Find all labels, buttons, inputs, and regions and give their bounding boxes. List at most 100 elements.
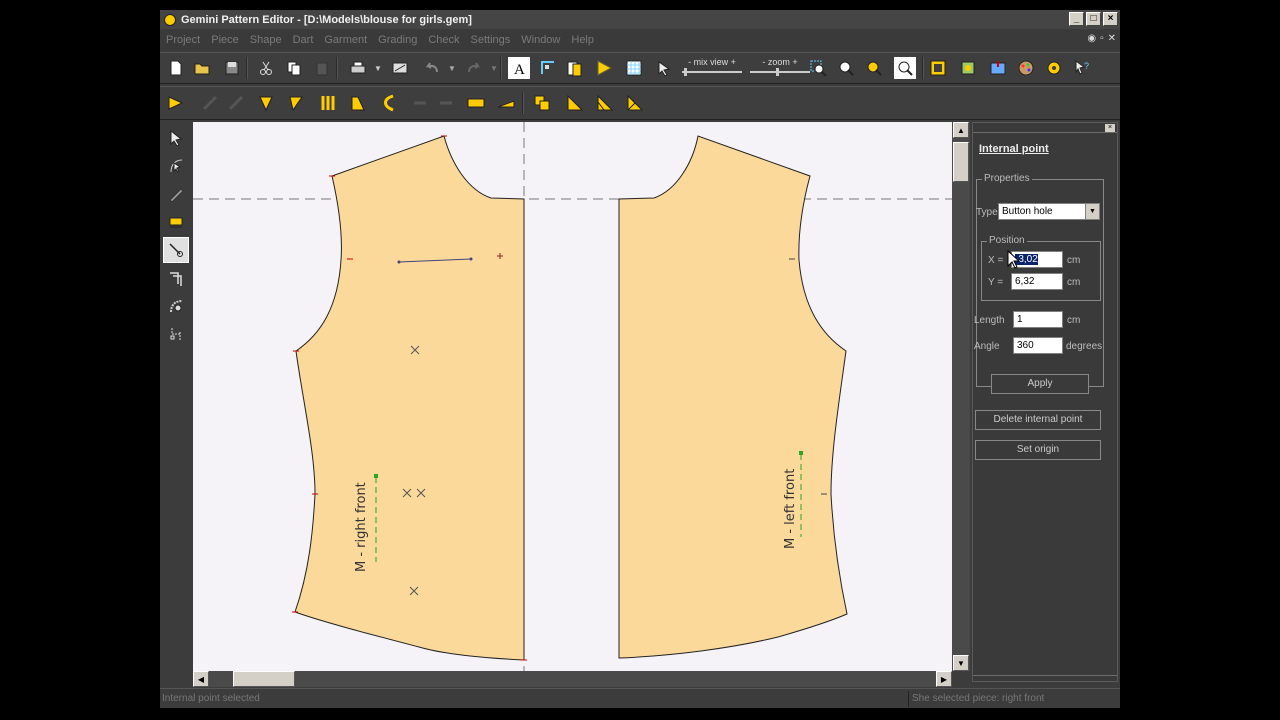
menu-grading[interactable]: Grading — [378, 34, 417, 46]
fold-tool-icon[interactable] — [348, 93, 368, 113]
export-icon[interactable] — [988, 58, 1008, 78]
scroll-up-button[interactable]: ▲ — [953, 122, 969, 138]
copy-piece-icon[interactable] — [532, 93, 552, 113]
maximize-button[interactable]: □ — [1086, 12, 1101, 26]
dart-tool-2-icon[interactable] — [286, 93, 306, 113]
cut-icon[interactable] — [256, 58, 276, 78]
svg-text:?: ? — [1084, 61, 1089, 71]
scroll-left-button[interactable]: ◀ — [193, 671, 209, 687]
scroll-down-button[interactable]: ▼ — [953, 655, 969, 671]
help-cursor-icon[interactable]: ? — [1072, 58, 1092, 78]
properties-legend: Properties — [982, 173, 1032, 184]
play-icon[interactable] — [594, 58, 614, 78]
print-icon[interactable] — [348, 58, 368, 78]
menu-shape[interactable]: Shape — [250, 34, 282, 46]
zoom-slider[interactable]: - zoom + — [750, 57, 810, 76]
menu-piece[interactable]: Piece — [211, 34, 239, 46]
piece-toolbar — [160, 86, 1120, 120]
corner-tool-2-icon[interactable] — [594, 93, 614, 113]
set-origin-button[interactable]: Set origin — [975, 440, 1101, 460]
status-left: Internal point selected — [162, 693, 260, 704]
length-input[interactable]: 1 — [1013, 311, 1063, 328]
disabled-tool-4-icon[interactable] — [436, 93, 456, 113]
menu-dart[interactable]: Dart — [293, 34, 314, 46]
y-label: Y = — [988, 277, 1004, 288]
mdi-close-button[interactable]: ✕ — [1108, 33, 1116, 44]
type-select-value: Button hole — [1002, 206, 1053, 217]
arrow-select-icon[interactable] — [163, 125, 189, 151]
print-dropdown-icon[interactable]: ▼ — [368, 58, 388, 78]
paste-icon[interactable] — [312, 58, 332, 78]
piece-flip-icon[interactable] — [166, 93, 186, 113]
menu-bar: Project Piece Shape Dart Garment Grading… — [160, 30, 1120, 50]
open-folder-icon[interactable] — [192, 58, 212, 78]
piece-layout-icon[interactable] — [163, 209, 189, 235]
copy-icon[interactable] — [284, 58, 304, 78]
undo-dropdown-icon[interactable]: ▼ — [442, 58, 462, 78]
save-icon[interactable] — [222, 58, 242, 78]
menu-project[interactable]: Project — [166, 34, 200, 46]
pattern-canvas[interactable]: M - right front M - left front — [193, 122, 952, 671]
close-button[interactable]: × — [1103, 12, 1118, 26]
scroll-right-button[interactable]: ▶ — [936, 671, 952, 687]
text-tool-icon[interactable]: A — [508, 57, 530, 79]
marker-icon[interactable] — [958, 58, 978, 78]
settings-icon[interactable] — [1044, 58, 1064, 78]
pattern-drawing[interactable]: M - right front M - left front — [193, 122, 952, 671]
zoom-all-icon[interactable] — [894, 57, 916, 79]
label-tool-icon[interactable] — [466, 93, 486, 113]
position-group: Position — [981, 235, 1101, 301]
y-input[interactable]: 6,32 — [1011, 273, 1063, 290]
horizontal-scroll-thumb[interactable] — [233, 671, 295, 687]
new-file-icon[interactable] — [166, 58, 186, 78]
length-label: Length — [974, 315, 1005, 326]
grid-icon[interactable] — [624, 58, 644, 78]
menu-garment[interactable]: Garment — [324, 34, 367, 46]
mdi-restore-button[interactable]: ▫ — [1100, 33, 1104, 44]
seam-tool-icon[interactable] — [163, 265, 189, 291]
piece-frame-icon[interactable] — [928, 58, 948, 78]
zoom-in-icon[interactable] — [836, 58, 856, 78]
corner-tool-3-icon[interactable] — [624, 93, 644, 113]
point-select-icon[interactable] — [163, 153, 189, 179]
internal-point-tool-icon[interactable] — [163, 237, 189, 263]
menu-settings[interactable]: Settings — [471, 34, 511, 46]
zoom-fit-icon[interactable] — [864, 58, 884, 78]
mix-view-slider[interactable]: - mix view + — [682, 57, 742, 76]
menu-window[interactable]: Window — [521, 34, 560, 46]
pen-icon[interactable] — [163, 181, 189, 207]
delete-internal-point-button[interactable]: Delete internal point — [975, 410, 1101, 430]
piece-copy-icon[interactable] — [564, 58, 584, 78]
select-cursor-icon[interactable] — [654, 58, 674, 78]
measure-tool-icon[interactable] — [163, 293, 189, 319]
undo-icon[interactable] — [422, 58, 442, 78]
menu-help[interactable]: Help — [571, 34, 594, 46]
apply-button[interactable]: Apply — [991, 374, 1089, 394]
panel-close-button[interactable]: × — [1105, 124, 1115, 132]
curve-tool-icon[interactable] — [378, 93, 398, 113]
disabled-tool-2-icon[interactable] — [226, 93, 246, 113]
length-unit: cm — [1067, 315, 1081, 326]
angle-input[interactable]: 360 — [1013, 337, 1063, 354]
menu-check[interactable]: Check — [428, 34, 459, 46]
type-select[interactable]: Button hole ▼ — [998, 203, 1100, 220]
disabled-tool-3-icon[interactable] — [410, 93, 430, 113]
dimension-icon[interactable] — [538, 58, 558, 78]
redo-icon[interactable] — [464, 58, 484, 78]
corner-tool-1-icon[interactable] — [564, 93, 584, 113]
origin-tool-icon[interactable] — [163, 321, 189, 347]
minimize-button[interactable]: _ — [1069, 12, 1084, 26]
paint-icon[interactable] — [1016, 58, 1036, 78]
dart-tool-1-icon[interactable] — [256, 93, 276, 113]
vertical-scrollbar[interactable]: ▲ ▼ — [952, 122, 970, 671]
horizontal-scrollbar[interactable]: ◀ ▶ — [193, 671, 952, 687]
mdi-search-icon[interactable]: ◉ — [1087, 33, 1096, 44]
chevron-down-icon[interactable]: ▼ — [1085, 204, 1099, 219]
pleat-tool-icon[interactable] — [318, 93, 338, 113]
right-grain-end — [374, 474, 378, 478]
notch-tool-icon[interactable] — [496, 93, 516, 113]
plot-icon[interactable] — [390, 58, 410, 78]
vertical-scroll-thumb[interactable] — [953, 142, 969, 182]
zoom-window-icon[interactable] — [808, 58, 828, 78]
disabled-tool-1-icon[interactable] — [200, 93, 220, 113]
